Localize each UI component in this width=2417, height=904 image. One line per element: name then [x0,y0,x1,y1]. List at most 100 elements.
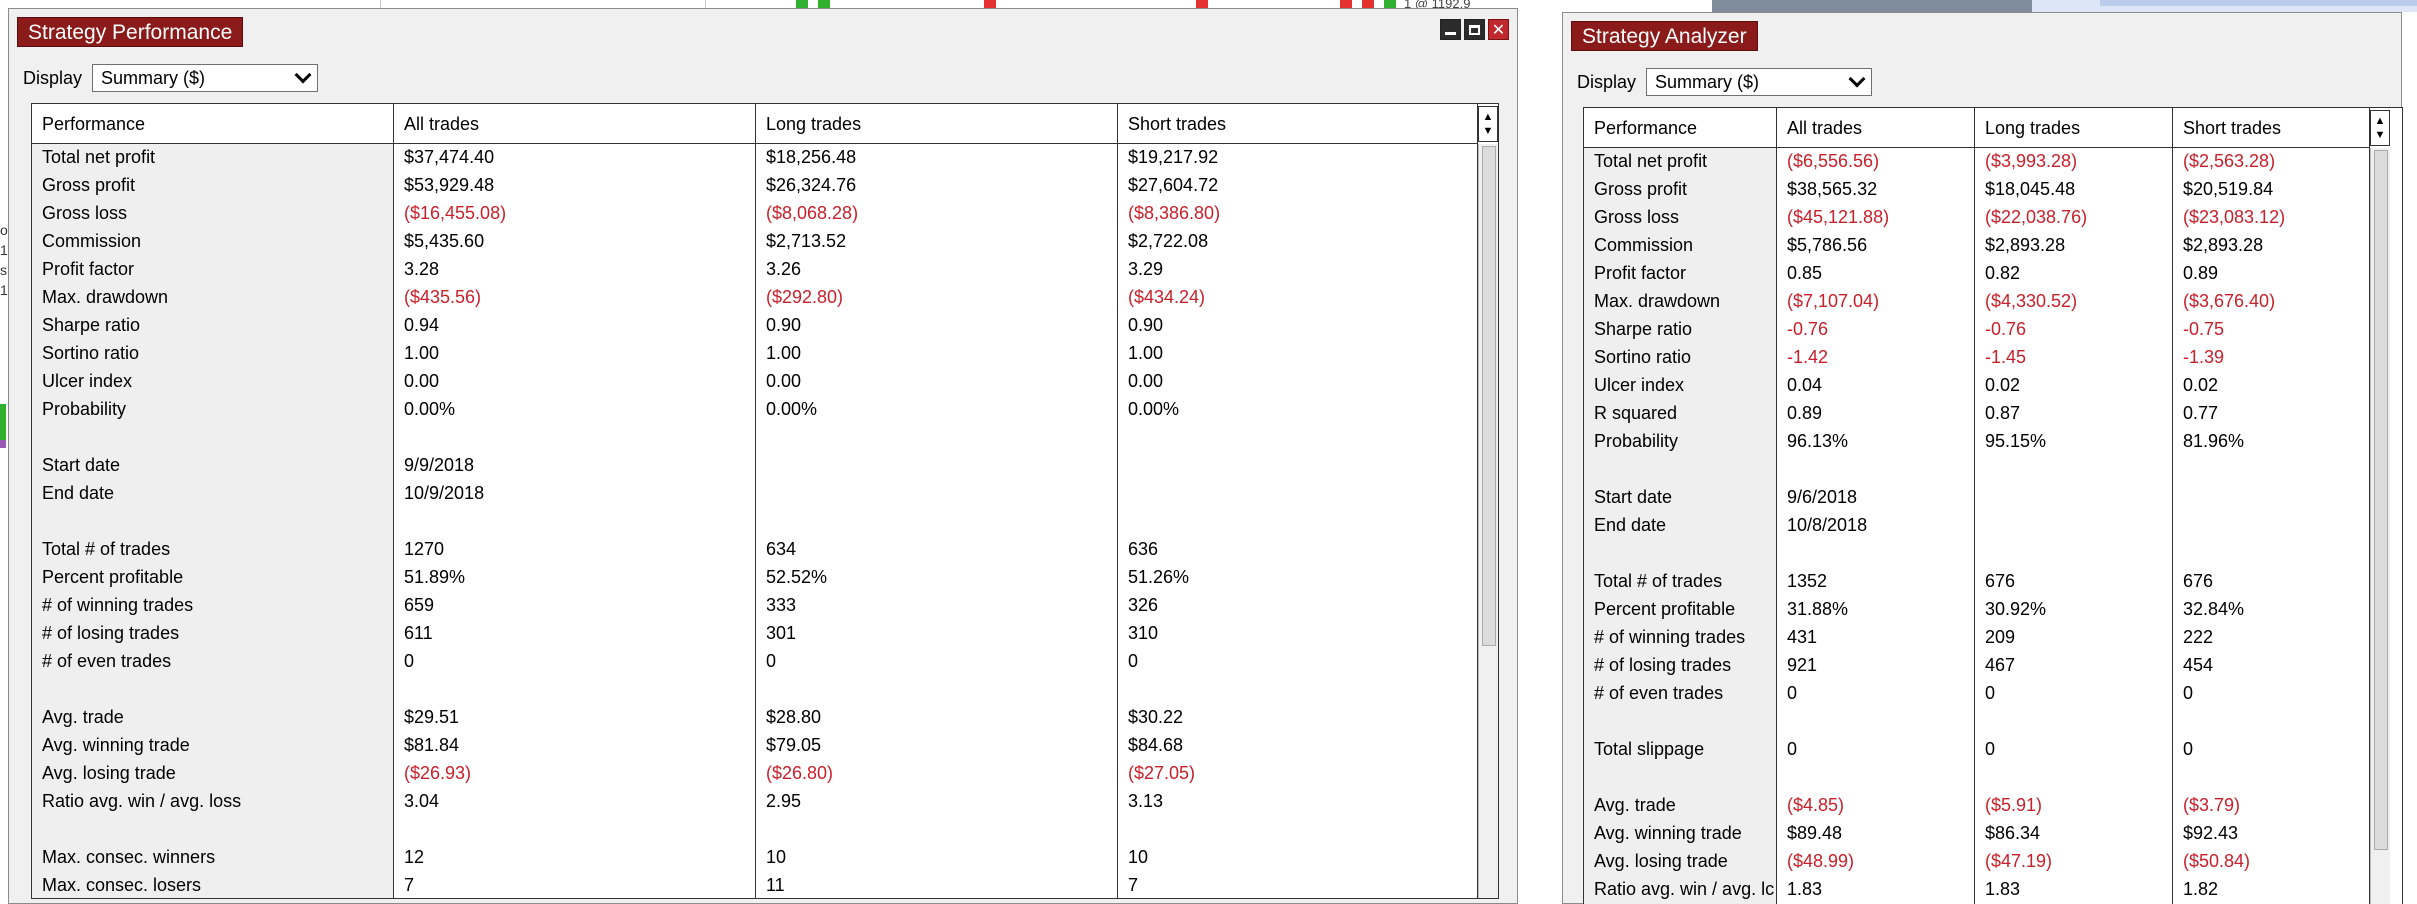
metric-value: 0.77 [2183,403,2219,423]
metric-value: $37,474.40 [404,147,495,167]
metric-value: $53,929.48 [404,175,495,195]
metric-value: ($50.84) [2183,851,2251,871]
metric-value: ($3.79) [2183,795,2241,815]
metric-value [1975,540,2172,568]
metric-value [1118,676,1477,704]
metric-value: ($48.99) [1787,851,1855,871]
metric-value: 0.85 [1787,263,1823,283]
column-header[interactable]: Performance [1584,108,1777,147]
metric-value: 0.02 [2183,375,2219,395]
scrollbar-thumb[interactable] [2374,150,2388,850]
metric-value: 1352 [1787,571,1828,591]
maximize-button[interactable] [1464,19,1485,40]
metric-value: $29.51 [404,707,460,727]
metric-value [1118,508,1477,536]
metric-value: 326 [1128,595,1159,615]
metric-label: Avg. winning trade [42,735,190,755]
metric-value: 9/6/2018 [1787,487,1858,507]
scroll-down-icon[interactable]: ▼ [2375,128,2386,142]
metric-value: -1.42 [1787,347,1829,367]
display-label: Display [1577,71,1637,92]
column-header[interactable]: Performance [32,104,394,143]
metric-value [1975,708,2172,736]
metric-value: 1.83 [1985,879,2021,899]
vertical-scrollbar[interactable] [2370,148,2390,904]
metric-value: 0 [1787,739,1798,759]
metric-value: 3.26 [766,259,802,279]
metric-value: 310 [1128,623,1159,643]
metric-label: Sharpe ratio [42,315,141,335]
metric-value: 10/8/2018 [1787,515,1868,535]
metric-value: 2.95 [766,791,802,811]
display-select[interactable]: Summary ($) [1646,68,1873,96]
metric-value: -0.76 [1787,319,1829,339]
minimize-button[interactable] [1440,19,1461,40]
metric-value: 0.00% [404,399,456,419]
column-header[interactable]: Long trades [756,104,1118,143]
metric-value: 12 [404,847,425,867]
vertical-scrollbar[interactable] [1478,144,1498,898]
column-header[interactable]: Short trades [1118,104,1478,143]
column-header[interactable]: Short trades [2173,108,2370,147]
metric-label [32,508,393,536]
metric-label: Gross profit [42,175,136,195]
close-button[interactable]: ✕ [1488,19,1509,40]
value-column: $37,474.40 $53,929.48 ($16,455.08) $5,435.6… [394,144,756,898]
metric-value: ($8,386.80) [1128,203,1221,223]
metric-value: $38,565.32 [1787,179,1878,199]
metric-value: 1.82 [2183,879,2219,899]
scroll-up-icon[interactable]: ▲ [2375,114,2386,128]
grid-header: Performance All trades Long trades Short tr… [1584,108,2370,148]
strategy-performance-window: Strategy Performance ✕ Display Summary (… [8,8,1518,904]
metric-value: 0 [2183,683,2194,703]
metric-value: 30.92% [1985,599,2047,619]
metric-label: Commission [42,231,142,251]
value-column: $19,217.92 $27,604.72 ($8,386.80) $2,722.08… [1118,144,1478,898]
metric-label: R squared [1594,403,1678,423]
metric-value: $30.22 [1128,707,1184,727]
metric-label: Ratio avg. win / avg. lc [1594,879,1775,899]
scroll-arrows[interactable]: ▲ ▼ [2370,110,2390,146]
metric-value [2173,540,2369,568]
metric-value: ($4.85) [1787,795,1845,815]
metric-value: 10 [1128,847,1149,867]
scroll-arrows[interactable]: ▲ ▼ [1478,106,1498,142]
minimize-icon [1445,32,1456,35]
metric-value: ($3,993.28) [1985,151,2078,171]
metric-label: Avg. losing trade [42,763,176,783]
metric-value: $86.34 [1985,823,2041,843]
column-header[interactable]: Long trades [1975,108,2173,147]
metric-value: 10/9/2018 [404,483,485,503]
title-bar[interactable]: Strategy Analyzer [1563,13,2401,51]
metric-value: 0 [766,651,777,671]
metric-value: 454 [2183,655,2214,675]
scroll-up-icon[interactable]: ▲ [1483,110,1494,124]
metric-value: $2,893.28 [1985,235,2066,255]
metric-column: Total net profit Gross profit Gross loss Co… [32,144,394,898]
column-header[interactable]: All trades [394,104,756,143]
metric-value: ($23,083.12) [2183,207,2286,227]
metric-value [2173,484,2369,512]
metric-label: Gross loss [42,203,128,223]
metric-value [756,676,1117,704]
performance-grid: Performance All trades Long trades Short tr… [31,103,1499,899]
value-column: ($2,563.28) $20,519.84 ($23,083.12) $2,893.… [2173,148,2370,904]
metric-value: 659 [404,595,435,615]
value-column: $18,256.48 $26,324.76 ($8,068.28) $2,713.52… [756,144,1118,898]
column-header[interactable]: All trades [1777,108,1975,147]
scroll-down-icon[interactable]: ▼ [1483,124,1494,138]
metric-value: 3.13 [1128,791,1164,811]
metric-value: 95.15% [1985,431,2047,451]
display-select[interactable]: Summary ($) [92,64,319,92]
metric-value [1118,480,1477,508]
metric-label: Avg. losing trade [1594,851,1728,871]
scrollbar-thumb[interactable] [1482,146,1496,646]
metric-value: ($5.91) [1985,795,2043,815]
metric-value: ($47.19) [1985,851,2053,871]
metric-value [1777,540,1974,568]
grid-body: Total net profit Gross profit Gross loss Co… [1584,148,2370,904]
metric-column: Total net profit Gross profit Gross loss Co… [1584,148,1777,904]
title-bar[interactable]: Strategy Performance ✕ [9,9,1517,47]
metric-value: 0.00% [1128,399,1180,419]
metric-value: $2,893.28 [2183,235,2264,255]
